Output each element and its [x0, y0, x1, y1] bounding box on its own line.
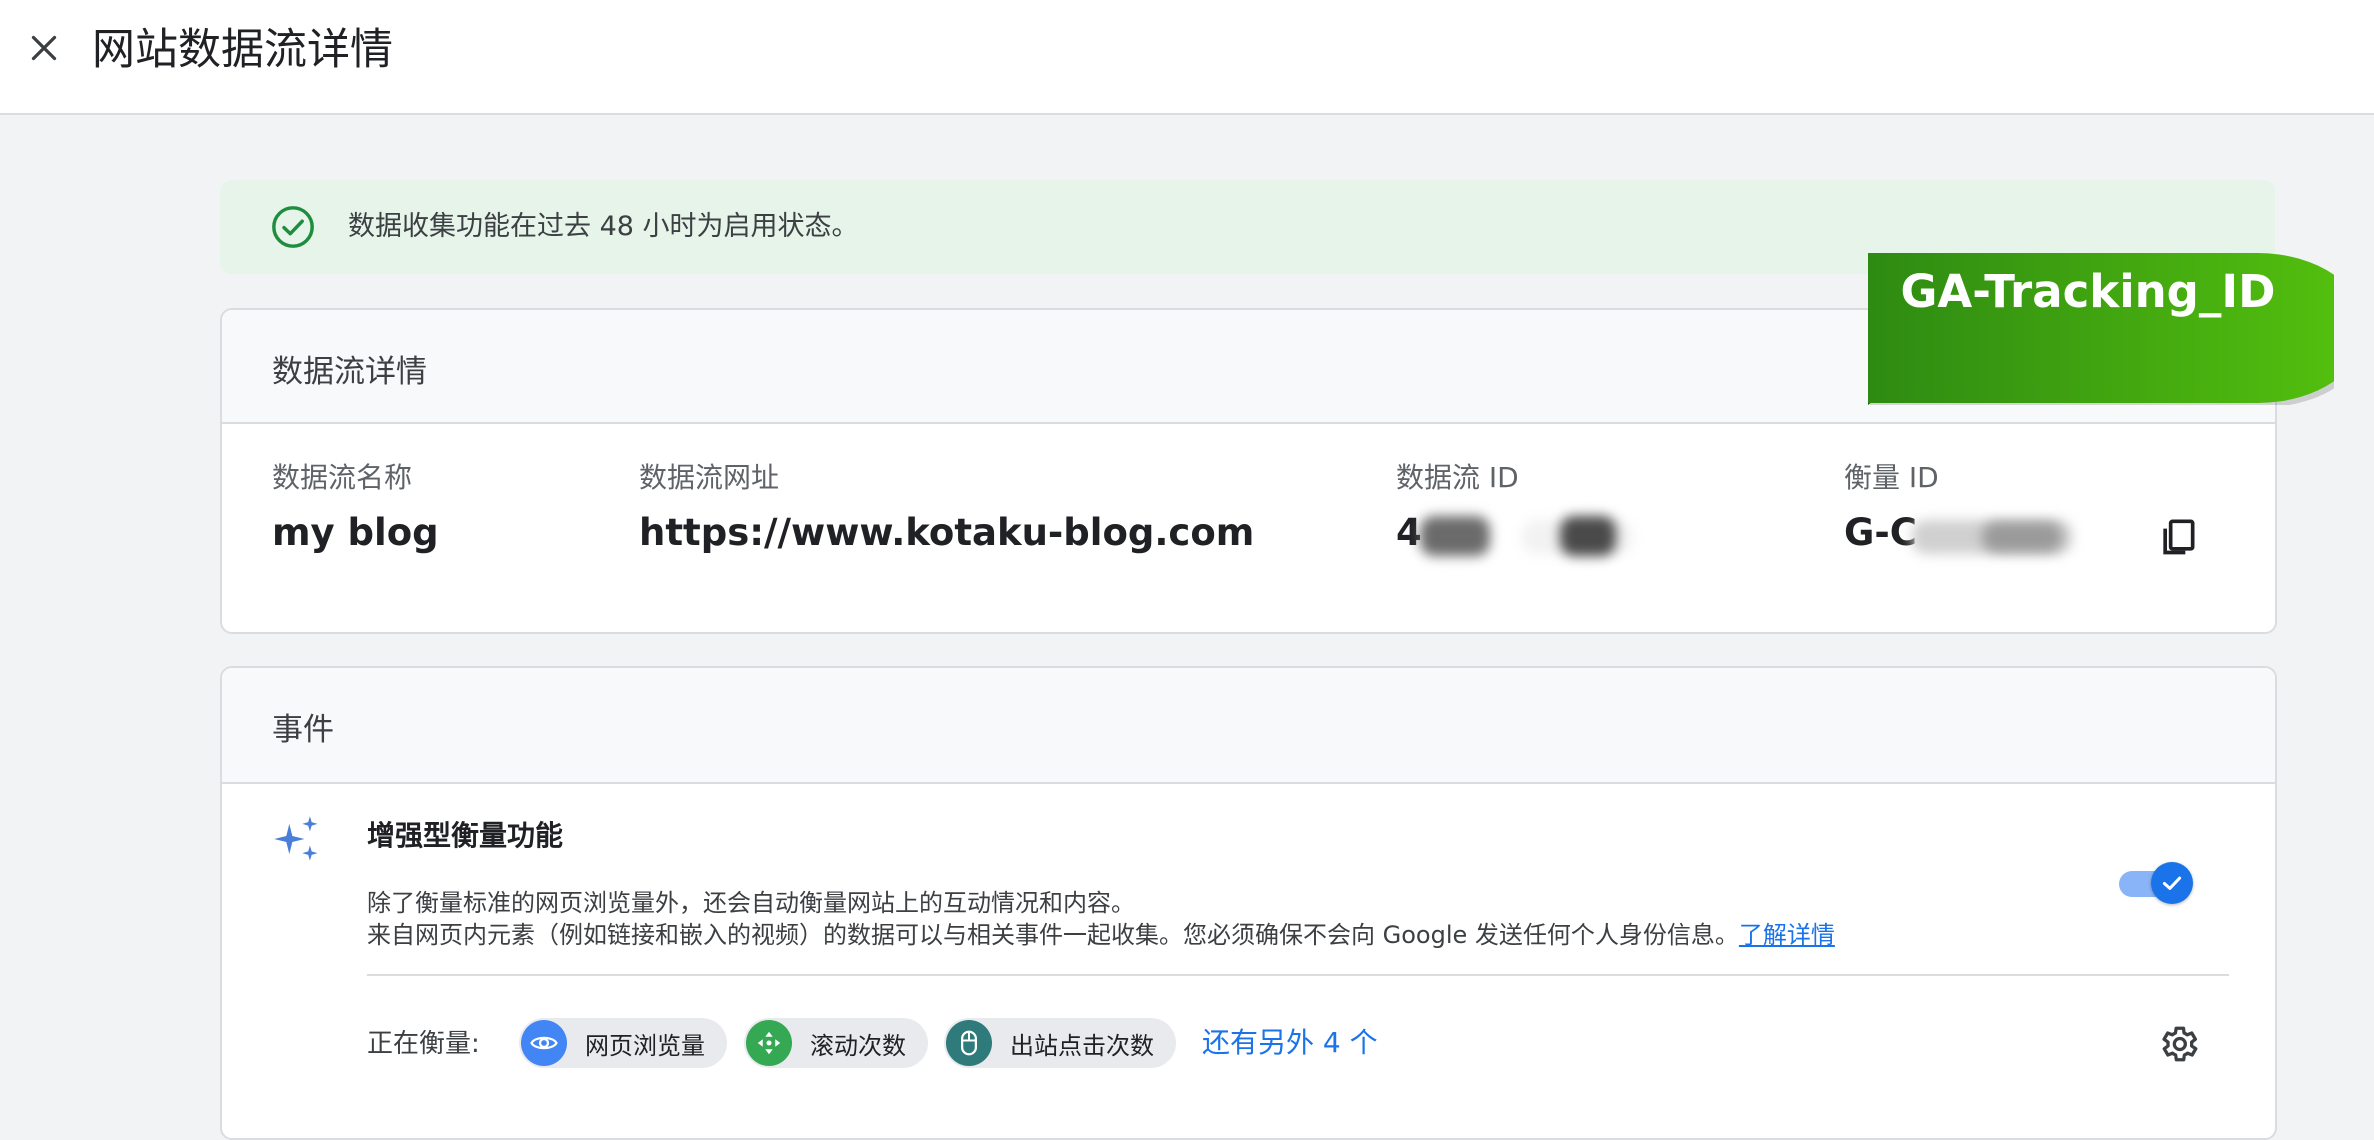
page-title: 网站数据流详情	[92, 25, 393, 75]
stream-url-value: https://www.kotaku-blog.com	[639, 511, 1255, 554]
enhanced-measurement-desc-2-text: 来自网页内元素（例如链接和嵌入的视频）的数据可以与相关事件一起收集。您必须确保不…	[367, 921, 1739, 949]
close-icon	[31, 35, 57, 61]
stream-id-label: 数据流 ID	[1396, 461, 1519, 494]
measurement-id-value: G-C	[1844, 511, 1917, 554]
stream-details-title: 数据流详情	[272, 354, 427, 390]
eye-icon	[521, 1020, 567, 1066]
enhanced-measurement-desc-2: 来自网页内元素（例如链接和嵌入的视频）的数据可以与相关事件一起收集。您必须确保不…	[367, 918, 1835, 952]
redacted-measurement-id	[1982, 522, 2062, 552]
events-header: 事件	[222, 668, 2275, 784]
measuring-label: 正在衡量:	[367, 1029, 480, 1059]
chip-scrolls-label: 滚动次数	[810, 1031, 906, 1060]
stream-name-label: 数据流名称	[272, 461, 413, 494]
redacted-stream-id	[1420, 516, 1490, 556]
divider	[367, 974, 2229, 976]
annotation-tag-text: GA-Tracking_ID	[1900, 265, 2276, 318]
copy-measurement-id-button[interactable]	[2152, 510, 2204, 562]
toggle-knob	[2151, 862, 2193, 904]
chip-page-views-label: 网页浏览量	[585, 1031, 705, 1060]
scroll-icon	[746, 1020, 792, 1066]
close-button[interactable]	[18, 22, 70, 74]
measurement-id-label: 衡量 ID	[1844, 461, 1939, 494]
learn-more-link[interactable]: 了解详情	[1739, 921, 1835, 949]
chip-scrolls[interactable]: 滚动次数	[744, 1018, 928, 1068]
check-icon	[2162, 876, 2182, 890]
copy-icon	[2163, 519, 2195, 555]
chip-page-views[interactable]: 网页浏览量	[519, 1018, 727, 1068]
gear-icon	[2162, 1026, 2198, 1062]
check-circle-icon	[272, 206, 314, 248]
enhanced-measurement-toggle[interactable]	[2115, 861, 2195, 905]
status-banner-text: 数据收集功能在过去 48 小时为启用状态。	[348, 211, 859, 242]
settings-button[interactable]	[2152, 1018, 2204, 1070]
more-events-link[interactable]: 还有另外 4 个	[1202, 1024, 1378, 1062]
stream-name-value: my blog	[272, 511, 439, 554]
events-card: 事件 增强型衡量功能 除了衡量标准的网页浏览量外，还会自动衡量网站上的互动情况和…	[220, 666, 2277, 1140]
chip-outbound-clicks-label: 出站点击次数	[1010, 1031, 1154, 1060]
top-bar: 网站数据流详情	[0, 0, 2374, 115]
chip-outbound-clicks[interactable]: 出站点击次数	[944, 1018, 1176, 1068]
stream-url-label: 数据流网址	[639, 461, 780, 494]
enhanced-measurement-title: 增强型衡量功能	[367, 819, 564, 852]
mouse-icon	[946, 1020, 992, 1066]
enhanced-measurement-desc-1: 除了衡量标准的网页浏览量外，还会自动衡量网站上的互动情况和内容。	[367, 889, 1135, 917]
stream-id-value: 4	[1396, 511, 1422, 554]
events-title: 事件	[272, 712, 334, 748]
redacted-stream-id	[1560, 516, 1616, 556]
sparkle-icon	[274, 816, 318, 861]
